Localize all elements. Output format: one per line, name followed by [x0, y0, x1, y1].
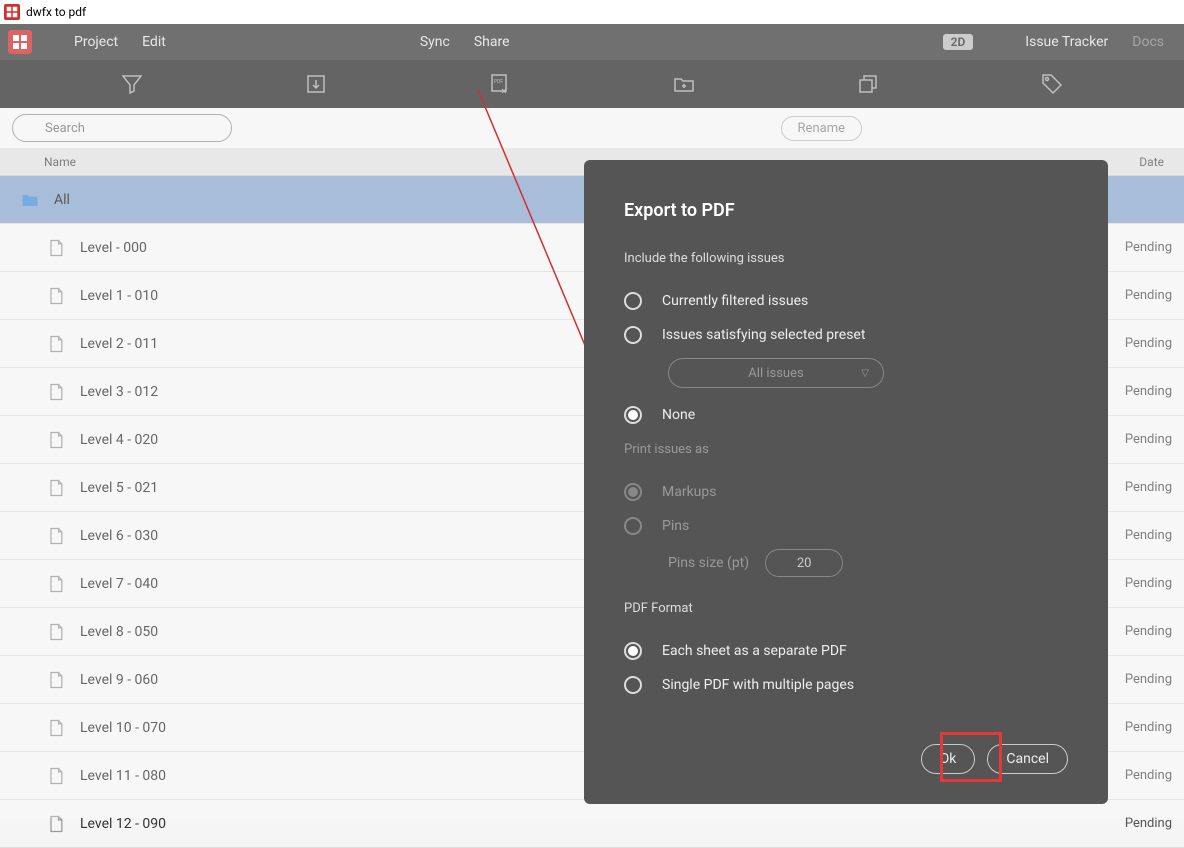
svg-text:PDF: PDF: [494, 79, 503, 85]
tag-icon[interactable]: [1040, 72, 1064, 96]
menu-sync[interactable]: Sync: [408, 34, 462, 50]
row-status: Pending: [1104, 720, 1184, 735]
print-issues-label: Print issues as: [624, 442, 1068, 457]
file-icon: [46, 718, 66, 738]
ok-button[interactable]: Ok: [921, 744, 976, 774]
pins-size-label: Pins size (pt): [668, 555, 749, 571]
radio-icon: [624, 483, 642, 501]
row-status: Pending: [1104, 240, 1184, 255]
radio-icon: [624, 326, 642, 344]
row-status: Pending: [1104, 432, 1184, 447]
file-icon: [46, 478, 66, 498]
radio-icon: [624, 406, 642, 424]
toolbar: PDF: [0, 60, 1184, 108]
radio-label: Single PDF with multiple pages: [662, 677, 854, 693]
radio-label: Issues satisfying selected preset: [662, 327, 865, 343]
radio-none[interactable]: None: [624, 398, 1068, 432]
radio-preset-issues[interactable]: Issues satisfying selected preset: [624, 318, 1068, 352]
export-pdf-icon[interactable]: PDF: [488, 72, 512, 96]
menu-docs[interactable]: Docs: [1120, 34, 1176, 50]
folder-icon: [20, 190, 40, 210]
radio-pins: Pins: [624, 509, 1068, 543]
radio-icon: [624, 676, 642, 694]
search-bar: Rename: [0, 108, 1184, 148]
dialog-title: Export to PDF: [624, 200, 1068, 221]
row-status: Pending: [1104, 768, 1184, 783]
radio-icon: [624, 642, 642, 660]
mode-2d-badge[interactable]: 2D: [943, 34, 974, 50]
preset-dropdown[interactable]: All issues ▽: [668, 358, 884, 388]
radio-separate-pdf[interactable]: Each sheet as a separate PDF: [624, 634, 1068, 668]
file-icon: [46, 526, 66, 546]
filter-icon[interactable]: [120, 72, 144, 96]
row-status: Pending: [1104, 576, 1184, 591]
file-icon: [46, 382, 66, 402]
row-status: Pending: [1104, 624, 1184, 639]
preset-value: All issues: [748, 366, 803, 381]
file-icon: [46, 814, 66, 834]
row-status: Pending: [1104, 336, 1184, 351]
menu-project[interactable]: Project: [62, 34, 130, 50]
radio-filtered-issues[interactable]: Currently filtered issues: [624, 284, 1068, 318]
row-status: Pending: [1104, 480, 1184, 495]
export-pdf-dialog: Export to PDF Include the following issu…: [584, 160, 1108, 804]
radio-label: None: [662, 407, 695, 423]
pins-size-row: Pins size (pt): [668, 543, 1068, 591]
menu-issue-tracker[interactable]: Issue Tracker: [1013, 34, 1120, 50]
radio-icon: [624, 517, 642, 535]
file-icon: [46, 286, 66, 306]
file-icon: [46, 622, 66, 642]
pdf-format-label: PDF Format: [624, 601, 1068, 616]
row-status: Pending: [1104, 288, 1184, 303]
include-issues-label: Include the following issues: [624, 251, 1068, 266]
window-titlebar: dwfx to pdf: [0, 0, 1184, 24]
chevron-down-icon: ▽: [861, 368, 869, 379]
radio-icon: [624, 292, 642, 310]
cancel-button[interactable]: Cancel: [987, 744, 1068, 774]
file-icon: [46, 766, 66, 786]
file-icon: [46, 238, 66, 258]
search-input[interactable]: [12, 114, 232, 142]
menu-bar: Project Edit Sync Share 2D Issue Tracker…: [0, 24, 1184, 60]
row-status: Pending: [1104, 816, 1184, 831]
rename-button[interactable]: Rename: [781, 116, 862, 141]
file-icon: [46, 334, 66, 354]
app-icon: [4, 4, 20, 20]
radio-label: Markups: [662, 484, 716, 500]
row-status: Pending: [1104, 528, 1184, 543]
new-folder-icon[interactable]: [672, 72, 696, 96]
window-title: dwfx to pdf: [26, 5, 86, 19]
menu-share[interactable]: Share: [462, 34, 522, 50]
radio-single-pdf[interactable]: Single PDF with multiple pages: [624, 668, 1068, 702]
row-status: Pending: [1104, 672, 1184, 687]
file-icon: [46, 670, 66, 690]
file-row[interactable]: Level 12 - 090Pending: [0, 800, 1184, 848]
pins-size-input[interactable]: [765, 549, 843, 577]
file-icon: [46, 574, 66, 594]
radio-markups: Markups: [624, 475, 1068, 509]
radio-label: Pins: [662, 518, 689, 534]
import-icon[interactable]: [304, 72, 328, 96]
radio-label: Currently filtered issues: [662, 293, 808, 309]
app-logo[interactable]: [8, 30, 32, 54]
radio-label: Each sheet as a separate PDF: [662, 643, 847, 659]
file-icon: [46, 430, 66, 450]
column-date: Date: [1124, 155, 1184, 169]
menu-edit[interactable]: Edit: [130, 34, 178, 50]
copy-icon[interactable]: [856, 72, 880, 96]
row-status: Pending: [1104, 384, 1184, 399]
